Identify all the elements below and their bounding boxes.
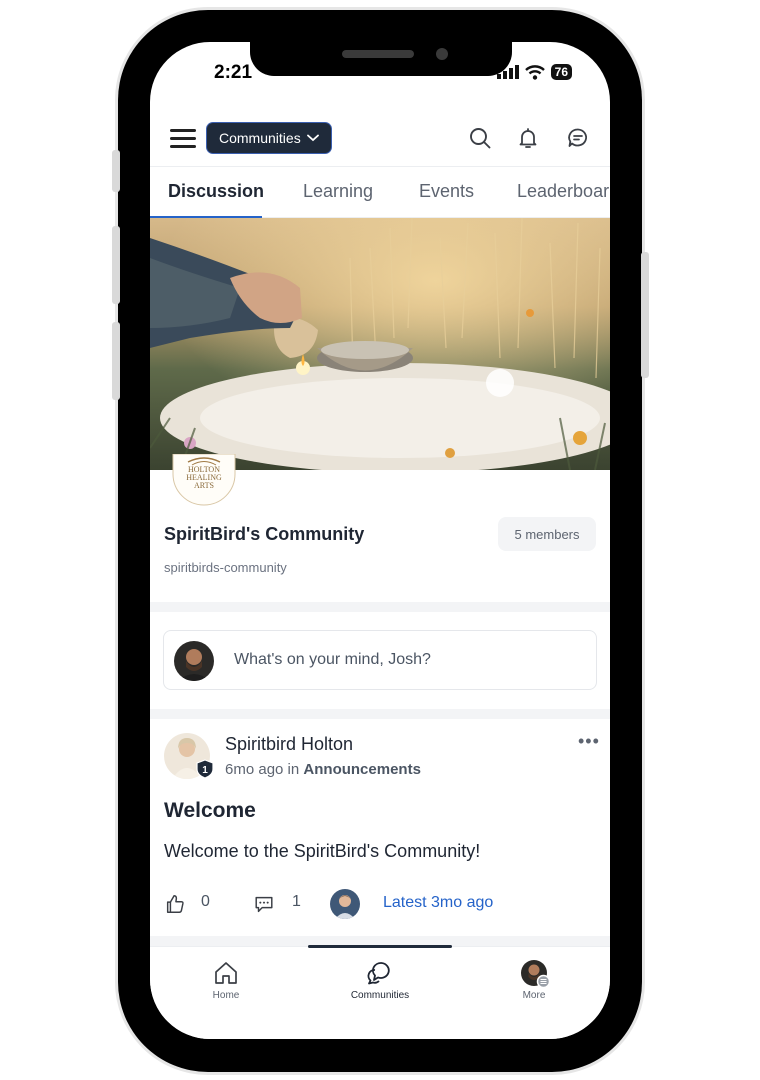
like-count: 0 [201,893,210,910]
thumbs-up-icon[interactable] [164,893,186,915]
nav-more[interactable]: More [484,959,584,1001]
comment-icon[interactable] [253,893,275,915]
nav-communities[interactable]: Communities [330,959,430,1001]
app-bar: Communities [150,120,610,166]
phone-screen: 2:21 76 Communities Discussion Learning … [150,42,610,1039]
section-divider [150,709,610,719]
nav-more-label: More [522,990,546,1001]
search-icon[interactable] [468,126,492,150]
silent-switch [112,150,120,192]
current-user-avatar [174,641,214,681]
more-options-icon[interactable]: ••• [578,731,600,752]
level-badge-icon: 1 [196,759,214,779]
tab-learning[interactable]: Learning [303,181,373,202]
chat-icon[interactable] [566,126,590,150]
post-body: Welcome to the SpiritBird's Community! [164,841,481,861]
community-logo: HOLTON HEALING ARTS [172,454,236,506]
post-composer[interactable]: What's on your mind, Josh? [163,630,597,690]
post-meta: 6mo ago in Announcements [225,761,421,778]
tab-leaderboard[interactable]: Leaderboar [517,181,609,202]
front-camera [436,48,448,60]
communities-switcher[interactable]: Communities [206,122,332,154]
post-author[interactable]: Spiritbird Holton [225,734,353,755]
status-icons: 76 [496,64,572,80]
communities-icon [367,962,390,985]
nav-communities-label: Communities [350,990,410,1001]
community-cover-image [150,218,610,470]
members-badge[interactable]: 5 members [498,517,596,551]
post-actions: 0 1 Latest 3mo ago [164,889,594,925]
status-time: 2:21 [214,62,253,83]
post-card[interactable]: 1 Spiritbird Holton 6mo ago in Announcem… [150,719,610,933]
level-badge-number: 1 [202,765,208,776]
community-name: SpiritBird's Community [164,524,365,544]
power-button [641,252,649,378]
community-logo-text: HOLTON HEALING ARTS [186,465,222,490]
volume-down-button [112,322,120,400]
post-in-label: in [287,761,300,778]
menu-icon[interactable] [170,129,196,149]
tab-bar: Discussion Learning Events Leaderboar [150,166,610,219]
battery-level: 76 [550,64,572,80]
post-category[interactable]: Announcements [303,761,421,778]
active-nav-indicator [308,945,452,948]
bottom-nav: Home Communities More [150,945,610,1039]
wifi-icon [524,64,545,80]
latest-activity-link[interactable]: Latest 3mo ago [383,894,493,912]
tab-discussion[interactable]: Discussion [168,181,264,202]
tab-events[interactable]: Events [419,181,474,202]
bell-icon[interactable] [516,126,540,150]
latest-commenter-avatar [330,889,360,919]
home-icon [215,962,237,984]
comment-count: 1 [292,893,301,910]
speaker-grille [342,50,414,58]
nav-home-label: Home [212,990,240,1001]
notch [250,42,512,76]
communities-switcher-label: Communities [219,130,301,146]
volume-up-button [112,226,120,304]
chevron-down-icon [306,134,319,142]
post-title[interactable]: Welcome [164,799,256,823]
section-divider [150,602,610,612]
community-slug: spiritbirds-community [164,560,287,575]
composer-placeholder: What's on your mind, Josh? [234,651,431,668]
post-time: 6mo ago [225,761,284,778]
nav-home[interactable]: Home [176,959,276,1001]
profile-avatar [521,960,551,989]
